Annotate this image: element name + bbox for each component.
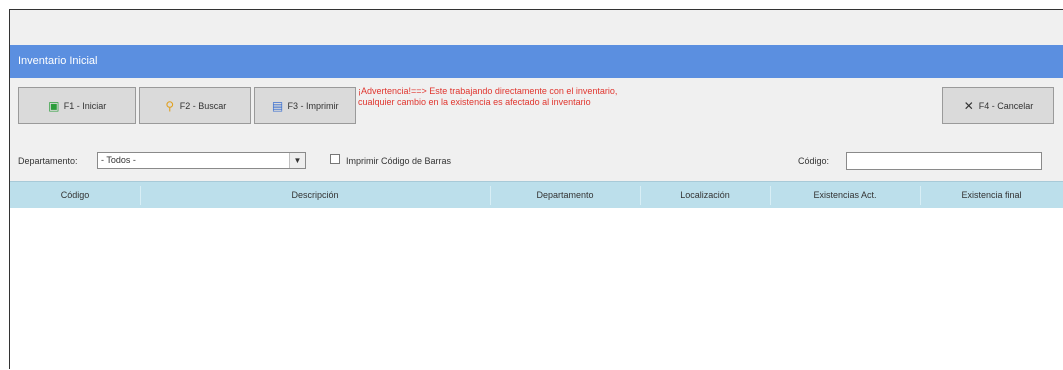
column-header-current-stock[interactable]: Existencias Act. xyxy=(770,182,920,209)
printer-icon: ▤ xyxy=(271,98,284,113)
column-header-final-stock[interactable]: Existencia final xyxy=(920,182,1063,209)
department-select[interactable]: - Todos - ▼ xyxy=(97,152,306,169)
cancel-button[interactable]: ✕ F4 - Cancelar xyxy=(942,87,1054,124)
print-button-label: F3 - Imprimir xyxy=(287,100,339,111)
department-select-value: - Todos - xyxy=(101,155,136,165)
department-label: Departamento: xyxy=(18,156,78,166)
new-document-icon: ▣ xyxy=(48,98,60,113)
table-body[interactable] xyxy=(10,208,1063,370)
chevron-down-icon[interactable]: ▼ xyxy=(289,153,305,168)
barcode-checkbox[interactable] xyxy=(330,154,340,164)
toolbar: ▣ F1 - Iniciar ⚲ F2 - Buscar ▤ F3 - Impr… xyxy=(10,78,1063,181)
warning-message: ¡Advertencia!==> Este trabajando directa… xyxy=(358,86,618,107)
start-button-label: F1 - Iniciar xyxy=(63,100,107,111)
column-header-location[interactable]: Localización xyxy=(640,182,770,209)
column-header-department[interactable]: Departamento xyxy=(490,182,640,209)
top-strip xyxy=(10,10,1063,45)
code-input[interactable] xyxy=(846,152,1042,170)
column-header-code[interactable]: Código xyxy=(10,182,140,209)
search-icon: ⚲ xyxy=(165,98,175,113)
table-header: Código Descripción Departamento Localiza… xyxy=(10,181,1063,209)
print-button[interactable]: ▤ F3 - Imprimir xyxy=(254,87,356,124)
column-header-description[interactable]: Descripción xyxy=(140,182,490,209)
search-button[interactable]: ⚲ F2 - Buscar xyxy=(139,87,251,124)
inventory-window: Inventario Inicial ▣ F1 - Iniciar ⚲ F2 -… xyxy=(9,9,1063,370)
close-icon: ✕ xyxy=(963,98,974,113)
barcode-label: Imprimir Código de Barras xyxy=(346,156,452,166)
cancel-button-label: F4 - Cancelar xyxy=(978,100,1034,111)
code-label: Código: xyxy=(798,156,830,166)
search-button-label: F2 - Buscar xyxy=(179,100,227,111)
start-button[interactable]: ▣ F1 - Iniciar xyxy=(18,87,136,124)
window-title: Inventario Inicial xyxy=(10,45,1063,78)
